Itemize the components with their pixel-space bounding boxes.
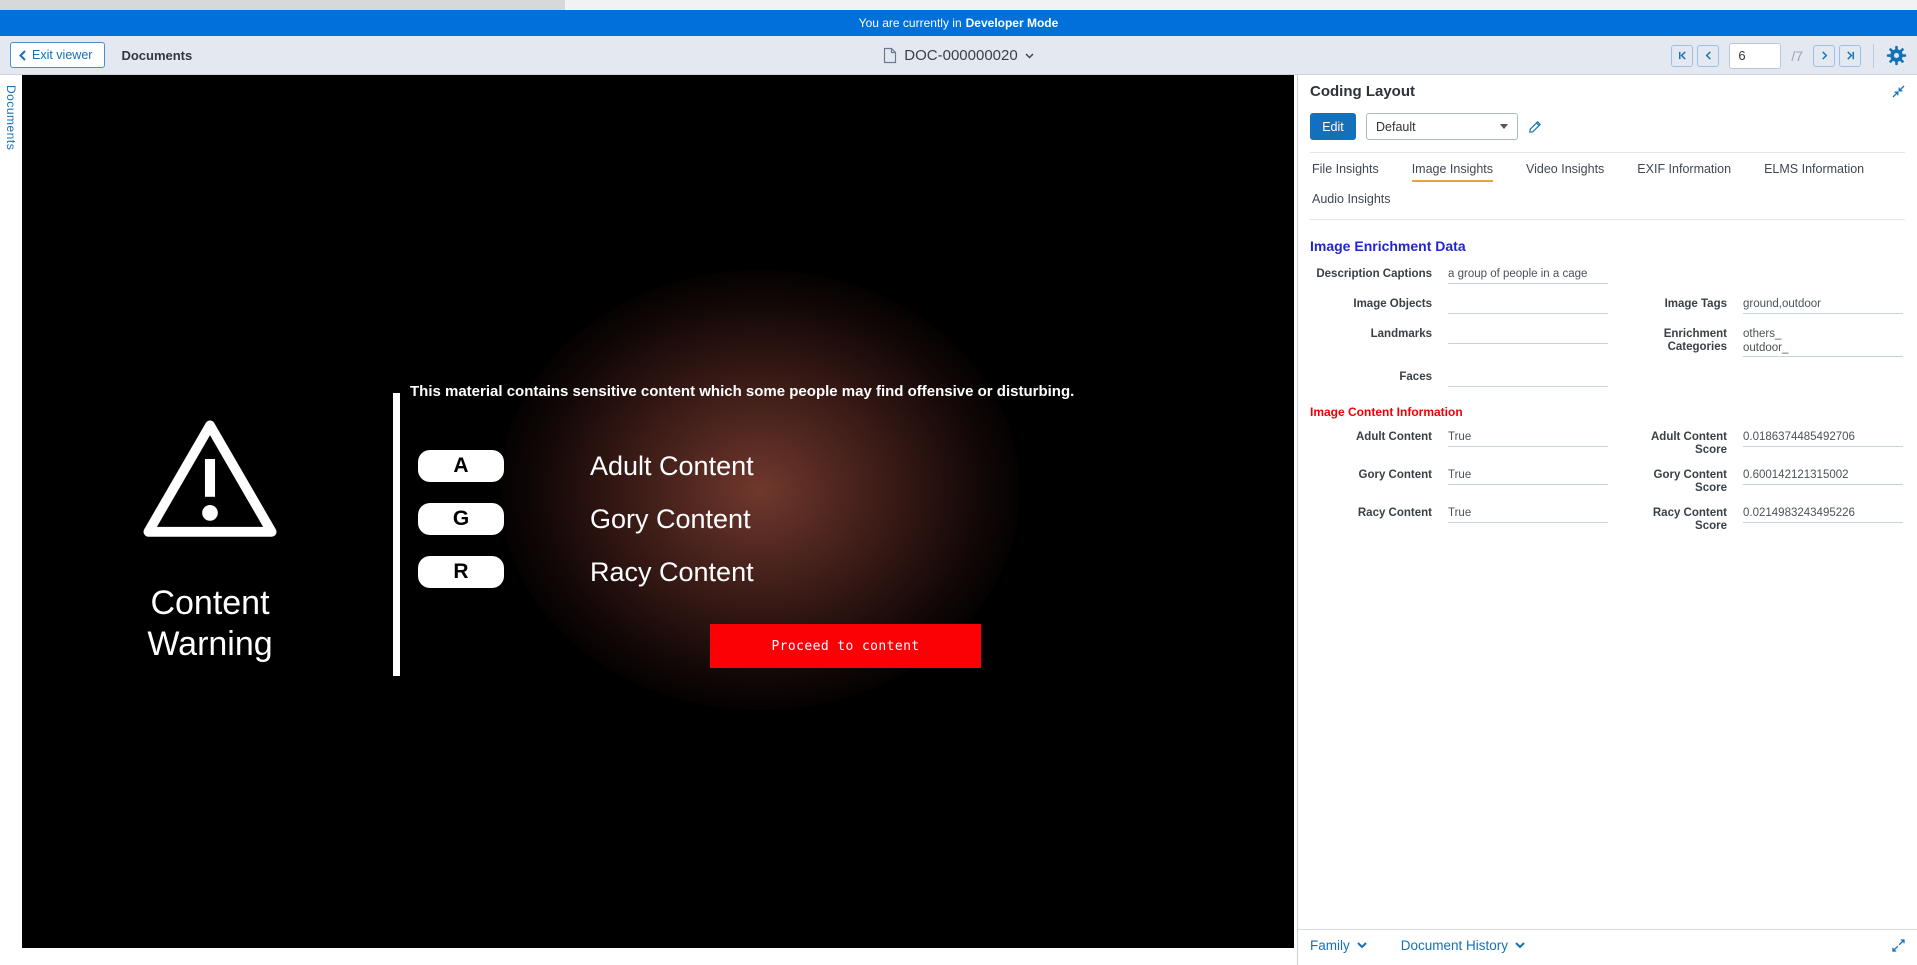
chevron-down-icon — [1515, 942, 1525, 949]
previous-page-button[interactable] — [1697, 45, 1719, 67]
page-number-input[interactable] — [1729, 43, 1781, 69]
banner-text: You are currently in — [859, 16, 962, 30]
warning-item-racy: R Racy Content — [418, 556, 504, 588]
panel-title: Coding Layout — [1310, 83, 1415, 100]
racy-content-score-value: 0.0214983243495226 — [1743, 506, 1903, 523]
tab-elms-information[interactable]: ELMS Information — [1764, 162, 1864, 182]
chevron-left-icon — [19, 50, 26, 61]
layout-select[interactable]: Default — [1366, 113, 1518, 140]
chevron-down-icon — [1357, 942, 1367, 949]
settings-gear-icon[interactable] — [1886, 45, 1907, 66]
document-history-link[interactable]: Document History — [1401, 938, 1525, 953]
expand-panel-icon[interactable] — [1892, 939, 1905, 952]
next-page-button[interactable] — [1813, 45, 1835, 67]
developer-mode-banner: You are currently in Developer Mode — [0, 10, 1917, 36]
warning-item-gory: G Gory Content — [418, 503, 504, 535]
image-tags-value: ground,outdoor — [1743, 297, 1903, 314]
field-label: Image Objects — [1310, 297, 1432, 311]
panel-footer: Family Document History — [1298, 929, 1917, 961]
faces-value — [1448, 370, 1608, 387]
tab-exif-information[interactable]: EXIF Information — [1637, 162, 1731, 182]
edit-layout-pencil-icon[interactable] — [1528, 119, 1543, 134]
proceed-to-content-button[interactable]: Proceed to content — [710, 624, 981, 668]
layout-select-value: Default — [1376, 120, 1416, 134]
racy-content-value: True — [1448, 506, 1608, 523]
field-label: Racy Content — [1310, 506, 1432, 520]
insights-tabs: File Insights Image Insights Video Insig… — [1310, 152, 1905, 220]
collapse-panel-icon[interactable] — [1892, 85, 1905, 98]
document-viewer: Content Warning This material contains s… — [22, 75, 1294, 948]
enrichment-fields: Description Captions a group of people i… — [1310, 267, 1905, 387]
field-label: Adult Content — [1310, 430, 1432, 444]
first-page-button[interactable] — [1671, 45, 1693, 67]
field-label: Adult Content Score — [1624, 430, 1727, 457]
toolbar-divider — [1873, 44, 1874, 68]
tab-file-insights[interactable]: File Insights — [1312, 162, 1379, 182]
description-captions-value: a group of people in a cage — [1448, 267, 1608, 284]
edit-button[interactable]: Edit — [1310, 113, 1356, 140]
field-label: Description Captions — [1310, 267, 1432, 281]
breadcrumb: Documents — [121, 48, 192, 63]
exit-viewer-button[interactable]: Exit viewer — [10, 42, 105, 68]
viewer-bottom-gap — [22, 948, 1294, 965]
field-label: Faces — [1310, 370, 1432, 384]
field-label: Enrichment Categories — [1624, 327, 1727, 354]
left-rail: Documents — [0, 75, 22, 965]
image-objects-value — [1448, 297, 1608, 314]
page-navigation: /7 — [1671, 36, 1907, 75]
tab-video-insights[interactable]: Video Insights — [1526, 162, 1604, 182]
racy-content-badge: R — [418, 556, 504, 588]
document-icon — [883, 47, 897, 64]
banner-mode: Developer Mode — [966, 16, 1059, 30]
browser-top-strip-segment — [0, 0, 565, 10]
content-warning-title: Content Warning — [90, 583, 330, 665]
tab-audio-insights[interactable]: Audio Insights — [1312, 192, 1391, 210]
enrichment-categories-value: others_ outdoor_ — [1743, 327, 1903, 357]
field-label: Image Tags — [1624, 297, 1727, 311]
gory-content-value: True — [1448, 468, 1608, 485]
page-total-label: /7 — [1791, 48, 1803, 64]
field-label: Gory Content — [1310, 468, 1432, 482]
landmarks-value — [1448, 327, 1608, 344]
warning-sentence: This material contains sensitive content… — [410, 383, 1074, 400]
viewer-toolbar: Exit viewer Documents DOC-000000020 /7 — [0, 36, 1917, 75]
field-label: Racy Content Score — [1624, 506, 1727, 533]
adult-content-label: Adult Content — [590, 451, 754, 482]
gory-content-score-value: 0.600142121315002 — [1743, 468, 1903, 485]
adult-content-badge: A — [418, 450, 504, 482]
document-title: DOC-000000020 — [904, 47, 1017, 64]
adult-content-score-value: 0.0186374485492706 — [1743, 430, 1903, 447]
left-rail-tab-documents[interactable]: Documents — [4, 85, 18, 150]
last-page-button[interactable] — [1839, 45, 1861, 67]
warning-triangle-icon — [140, 417, 280, 543]
image-content-information-heading: Image Content Information — [1310, 405, 1905, 419]
image-enrichment-data-heading: Image Enrichment Data — [1310, 238, 1905, 254]
racy-content-label: Racy Content — [590, 557, 754, 588]
browser-top-strip — [0, 0, 1917, 10]
chevron-down-icon — [1500, 124, 1508, 129]
document-dropdown-icon[interactable] — [1025, 53, 1034, 59]
gory-content-label: Gory Content — [590, 504, 751, 535]
gory-content-badge: G — [418, 503, 504, 535]
content-information-fields: Adult Content True Adult Content Score 0… — [1310, 430, 1905, 533]
exit-viewer-label: Exit viewer — [32, 48, 92, 62]
field-label: Landmarks — [1310, 327, 1432, 341]
warning-item-adult: A Adult Content — [418, 450, 504, 482]
warning-divider-bar — [393, 393, 400, 676]
adult-content-value: True — [1448, 430, 1608, 447]
coding-layout-panel: Coding Layout Edit Default — [1297, 75, 1917, 965]
field-label: Gory Content Score — [1624, 468, 1727, 495]
family-link[interactable]: Family — [1310, 938, 1367, 953]
tab-image-insights[interactable]: Image Insights — [1412, 162, 1493, 182]
